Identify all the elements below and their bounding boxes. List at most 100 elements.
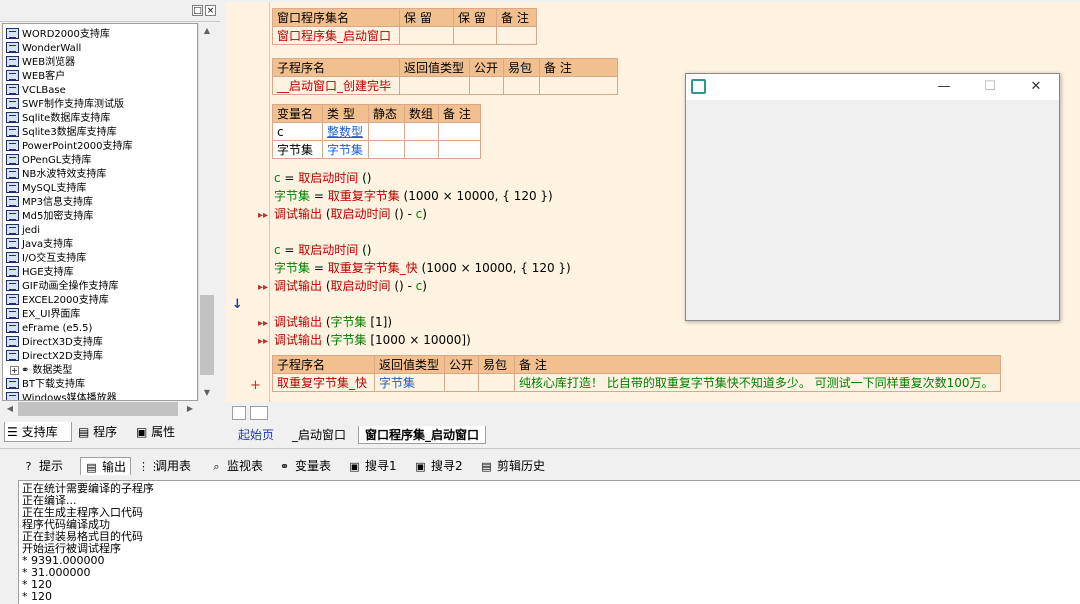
code-line[interactable]: 字节集 = 取重复字节集_快 (1000 × 10000, { 120 }): [274, 260, 571, 276]
scroll-left-icon[interactable]: ◀: [2, 401, 18, 417]
dock-button[interactable]: □: [192, 5, 203, 16]
tree-item[interactable]: VCLBase: [6, 84, 66, 98]
tree-item[interactable]: I/O交互支持库: [6, 252, 86, 266]
tab-clip-history[interactable]: ▤ 剪辑历史: [480, 457, 545, 475]
output-console[interactable]: 正在统计需要编译的子程序 正在编译... 正在生成主程序入口代码 程序代码编译成…: [18, 480, 1080, 604]
tree-item[interactable]: WonderWall: [6, 42, 81, 56]
tab-search2[interactable]: ▣ 搜寻2: [414, 457, 462, 475]
scroll-thumb[interactable]: [200, 295, 214, 375]
code-line[interactable]: 字节集 = 取重复字节集 (1000 × 10000, { 120 }): [274, 188, 553, 204]
header-static: 静态: [368, 104, 405, 123]
tree-item[interactable]: GIF动画全操作支持库: [6, 280, 118, 294]
running-program-window[interactable]: — ☐ ✕: [685, 73, 1060, 321]
tree-item[interactable]: NB水波特效支持库: [6, 168, 106, 182]
code-line[interactable]: c = 取启动时间 (): [274, 170, 372, 186]
tab-program[interactable]: ▤ 程序: [76, 422, 132, 442]
scroll-left-icon[interactable]: [232, 406, 246, 420]
tab-start-page[interactable]: 起始页: [238, 426, 274, 444]
tree-item[interactable]: DirectX3D支持库: [6, 336, 103, 350]
tree-item[interactable]: SWF制作支持库测试版: [6, 98, 124, 112]
search-icon: ▣: [349, 460, 360, 473]
expand-plus-icon[interactable]: +: [250, 378, 261, 393]
library-tree[interactable]: WORD2000支持库 WonderWall WEB浏览器 WEB客户 VCLB…: [2, 23, 198, 401]
tree-item[interactable]: EXCEL2000支持库: [6, 294, 109, 308]
tree-item[interactable]: eFrame (e5.5): [6, 322, 92, 336]
cell[interactable]: [496, 26, 537, 45]
scroll-up-icon[interactable]: ▲: [199, 23, 215, 39]
cell[interactable]: [399, 76, 470, 95]
cell[interactable]: [444, 373, 479, 392]
code-line[interactable]: 调试输出 (字节集 [1000 × 10000]): [274, 332, 471, 348]
tab-assembly-start-window[interactable]: 窗口程序集_启动窗口: [358, 426, 487, 444]
code-line[interactable]: 调试输出 (字节集 [1]): [274, 314, 392, 330]
scroll-thumb[interactable]: [18, 402, 178, 416]
library-icon: [6, 140, 19, 151]
tree-item[interactable]: HGE支持库: [6, 266, 74, 280]
sub-name-cell[interactable]: 取重复字节集_快: [272, 373, 375, 392]
cell[interactable]: [368, 140, 405, 159]
cell[interactable]: [469, 76, 504, 95]
cell[interactable]: [438, 140, 481, 159]
tree-item[interactable]: PowerPoint2000支持库: [6, 140, 133, 154]
tree-item[interactable]: WEB浏览器: [6, 56, 75, 70]
close-panel-button[interactable]: ×: [205, 5, 216, 16]
tree-item[interactable]: Sqlite3数据库支持库: [6, 126, 117, 140]
return-type-cell[interactable]: 字节集: [374, 373, 445, 392]
var-type-cell[interactable]: 整数型: [322, 122, 369, 141]
tree-item[interactable]: jedi: [6, 224, 40, 238]
tab-call-stack[interactable]: ⋮⋮调用表: [138, 457, 191, 475]
tree-item[interactable]: OPenGL支持库: [6, 154, 91, 168]
cell[interactable]: [368, 122, 405, 141]
tree-item[interactable]: Java支持库: [6, 238, 73, 252]
remark-cell[interactable]: 纯核心库打造！ 比自带的取重复字节集快不知道多少。 可测试一下同样重复次数100…: [514, 373, 1001, 392]
tab-search1[interactable]: ▣ 搜寻1: [348, 457, 396, 475]
tab-output[interactable]: ▤ 输出: [80, 457, 132, 475]
code-line[interactable]: 调试输出 (取启动时间 () - c): [274, 278, 427, 294]
var-name-cell[interactable]: c: [272, 122, 323, 141]
cell[interactable]: [503, 76, 540, 95]
var-name-cell[interactable]: 字节集: [272, 140, 323, 159]
cell[interactable]: [404, 122, 439, 141]
cell[interactable]: [404, 140, 439, 159]
cell[interactable]: [438, 122, 481, 141]
tree-item[interactable]: Sqlite数据库支持库: [6, 112, 110, 126]
tab-properties[interactable]: ▣ 属性: [134, 422, 190, 442]
close-button[interactable]: ✕: [1013, 74, 1059, 100]
expand-icon[interactable]: +: [10, 366, 19, 375]
cell[interactable]: [453, 26, 497, 45]
var-type-cell[interactable]: 字节集: [322, 140, 369, 159]
cell[interactable]: [539, 76, 618, 95]
editor-horizontal-scrollbar[interactable]: [226, 404, 1080, 422]
tab-variables[interactable]: ⚭ 变量表: [278, 457, 331, 475]
tree-item[interactable]: Md5加密支持库: [6, 210, 93, 224]
tree-item[interactable]: MP3信息支持库: [6, 196, 93, 210]
cell[interactable]: [399, 26, 454, 45]
tree-item[interactable]: WORD2000支持库: [6, 28, 110, 42]
maximize-button[interactable]: ☐: [967, 74, 1013, 100]
tree-item[interactable]: EX_UI界面库: [6, 308, 80, 322]
tree-item[interactable]: WEB客户: [6, 70, 65, 84]
tree-item[interactable]: MySQL支持库: [6, 182, 86, 196]
sub-name-cell[interactable]: __启动窗口_创建完毕: [272, 76, 400, 95]
header-return-type: 返回值类型: [374, 355, 445, 374]
window-title-bar[interactable]: — ☐ ✕: [686, 74, 1059, 100]
scroll-right-icon[interactable]: [250, 406, 268, 420]
tree-item-data-types[interactable]: + ⚭ 数据类型: [6, 364, 72, 378]
tree-item[interactable]: Windows媒体播放器: [6, 392, 117, 400]
tree-item[interactable]: BT下载支持库: [6, 378, 85, 392]
code-line[interactable]: c = 取启动时间 (): [274, 242, 372, 258]
tab-hint[interactable]: ? 提示: [22, 457, 63, 475]
cell[interactable]: [478, 373, 515, 392]
tab-start-window[interactable]: _启动窗口: [292, 426, 346, 444]
assembly-name-cell[interactable]: 窗口程序集_启动窗口: [272, 26, 400, 45]
code-line[interactable]: 调试输出 (取启动时间 () - c): [274, 206, 427, 222]
minimize-button[interactable]: —: [921, 74, 967, 100]
tree-horizontal-scrollbar[interactable]: ◀ ▶: [2, 401, 198, 417]
scroll-down-icon[interactable]: ▼: [199, 385, 215, 401]
tab-watch[interactable]: ⌕ 监视表: [210, 457, 263, 475]
tree-vertical-scrollbar[interactable]: ▲ ▼: [198, 23, 214, 401]
scroll-right-icon[interactable]: ▶: [182, 401, 198, 417]
tab-support-library[interactable]: ☰ 支持库: [4, 422, 72, 442]
tree-item[interactable]: DirectX2D支持库: [6, 350, 103, 364]
header-easy-pack: 易包: [478, 355, 515, 374]
